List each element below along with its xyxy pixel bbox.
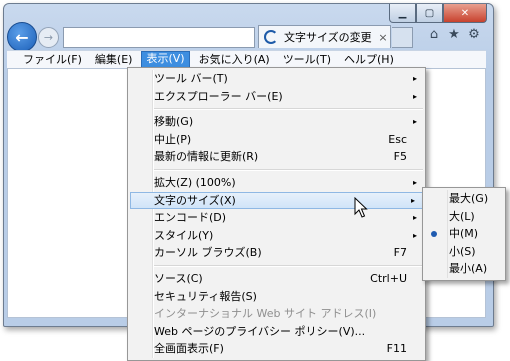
menu-item-label: カーソル ブラウズ(B) — [154, 246, 262, 260]
menu-item-international-address: インターナショナル Web サイト アドレス(I) — [128, 305, 425, 323]
menu-item-label: 移動(G) — [154, 115, 194, 129]
menu-item-security-report[interactable]: セキュリティ報告(S) — [128, 288, 425, 306]
maximize-button[interactable]: ▢ — [416, 4, 443, 23]
menu-item-zoom[interactable]: 拡大(Z) (100%) ▸ — [128, 174, 425, 192]
menu-item-label: セキュリティ報告(S) — [154, 289, 257, 303]
menu-item-text-size[interactable]: 文字のサイズ(X) ▸ — [130, 191, 423, 210]
text-size-submenu: 最大(G) 大(L) 中(M) 小(S) 最小(A) — [422, 187, 506, 281]
menu-favorites[interactable]: お気に入り(A) — [195, 52, 274, 68]
menu-item-label: エクスプローラー バー(E) — [154, 89, 283, 103]
submenu-item-label: 中(M) — [449, 227, 479, 241]
text-size-larger[interactable]: 大(L) — [423, 208, 505, 226]
shortcut-label: F7 — [393, 246, 407, 260]
minimize-icon: ▁ — [398, 7, 407, 19]
gear-icon[interactable]: ⚙ — [466, 27, 482, 42]
text-size-medium[interactable]: 中(M) — [423, 225, 505, 243]
toolbar-icons: ⌂ ★ ⚙ — [426, 27, 482, 42]
menu-item-stop[interactable]: 中止(P) Esc — [128, 131, 425, 149]
favorites-star-icon[interactable]: ★ — [446, 27, 462, 42]
menu-item-encoding[interactable]: エンコード(D) ▸ — [128, 209, 425, 227]
maximize-icon: ▢ — [424, 7, 435, 19]
shortcut-label: Esc — [388, 132, 407, 146]
new-tab-button[interactable] — [392, 27, 413, 48]
forward-button[interactable]: → — [38, 27, 59, 48]
menu-item-label: 拡大(Z) (100%) — [154, 175, 236, 189]
menu-item-toolbar[interactable]: ツール バー(T) ▸ — [128, 70, 425, 88]
view-menu-dropdown: ツール バー(T) ▸ エクスプローラー バー(E) ▸ 移動(G) ▸ 中止(P) E… — [127, 67, 426, 361]
back-arrow-icon: ← — [15, 27, 29, 47]
menu-help[interactable]: ヘルプ(H) — [340, 52, 398, 68]
menu-bar: ファイル(F) 編集(E) 表示(V) お気に入り(A) ツール(T) ヘルプ(… — [7, 50, 486, 69]
text-size-largest[interactable]: 最大(G) — [423, 190, 505, 208]
shortcut-label: Ctrl+U — [370, 271, 407, 285]
menu-item-caret-browsing[interactable]: カーソル ブラウズ(B) F7 — [128, 244, 425, 262]
submenu-arrow-icon: ▸ — [412, 213, 417, 223]
address-bar[interactable] — [63, 27, 255, 48]
menu-file[interactable]: ファイル(F) — [19, 52, 86, 68]
tab-title: 文字サイズの変更 — [284, 31, 372, 44]
menu-item-refresh[interactable]: 最新の情報に更新(R) F5 — [128, 148, 425, 166]
tab-active[interactable]: 文字サイズの変更 × — [258, 25, 391, 48]
submenu-arrow-icon: ▸ — [412, 230, 417, 240]
radio-selected-icon — [431, 231, 437, 238]
page-loading-icon — [264, 30, 278, 44]
menu-tools[interactable]: ツール(T) — [279, 52, 335, 68]
text-size-smallest[interactable]: 最小(A) — [423, 260, 505, 278]
text-size-smaller[interactable]: 小(S) — [423, 243, 505, 261]
home-icon[interactable]: ⌂ — [426, 27, 442, 42]
window-controls: ▁ ▢ ✕ — [389, 4, 487, 23]
menu-item-explorer-bar[interactable]: エクスプローラー バー(E) ▸ — [128, 88, 425, 106]
menu-item-label: Web ページのプライバシー ポリシー(V)... — [154, 324, 366, 338]
menu-item-privacy-policy[interactable]: Web ページのプライバシー ポリシー(V)... — [128, 323, 425, 341]
menu-edit[interactable]: 編集(E) — [91, 52, 137, 68]
menu-item-label: 最新の情報に更新(R) — [154, 150, 259, 164]
menu-item-label: ソース(C) — [154, 271, 203, 285]
submenu-item-label: 小(S) — [449, 244, 476, 258]
submenu-arrow-icon: ▸ — [412, 177, 417, 187]
menu-item-source[interactable]: ソース(C) Ctrl+U — [128, 270, 425, 288]
menu-item-label: スタイル(Y) — [154, 228, 214, 242]
submenu-arrow-icon: ▸ — [410, 195, 415, 205]
menu-separator — [154, 264, 423, 267]
close-window-button[interactable]: ✕ — [443, 4, 487, 23]
menu-item-go-to[interactable]: 移動(G) ▸ — [128, 113, 425, 131]
submenu-item-label: 最大(G) — [449, 192, 489, 205]
menu-item-label: 中止(P) — [154, 132, 192, 146]
shortcut-label: F11 — [386, 342, 407, 356]
submenu-item-label: 最小(A) — [449, 262, 488, 276]
submenu-arrow-icon: ▸ — [412, 117, 417, 127]
menu-view[interactable]: 表示(V) — [141, 50, 190, 69]
tab-close-icon[interactable]: × — [376, 31, 390, 44]
menu-item-full-screen[interactable]: 全画面表示(F) F11 — [128, 340, 425, 358]
menu-item-label: 文字のサイズ(X) — [154, 193, 236, 207]
minimize-button[interactable]: ▁ — [389, 4, 416, 23]
menu-separator — [154, 108, 423, 111]
menu-item-label: 全画面表示(F) — [154, 342, 224, 356]
menu-item-label: エンコード(D) — [154, 211, 227, 225]
submenu-arrow-icon: ▸ — [412, 74, 417, 83]
back-button[interactable]: ← — [7, 22, 37, 52]
menu-separator — [154, 168, 423, 171]
submenu-item-label: 大(L) — [449, 209, 475, 223]
menu-item-label: ツール バー(T) — [154, 72, 228, 85]
close-icon: ✕ — [460, 7, 470, 19]
menu-item-label: インターナショナル Web サイト アドレス(I) — [154, 307, 377, 321]
forward-arrow-icon: → — [43, 31, 54, 44]
mouse-pointer-icon — [354, 197, 368, 218]
shortcut-label: F5 — [393, 150, 407, 164]
submenu-arrow-icon: ▸ — [412, 91, 417, 101]
menu-item-style[interactable]: スタイル(Y) ▸ — [128, 227, 425, 245]
